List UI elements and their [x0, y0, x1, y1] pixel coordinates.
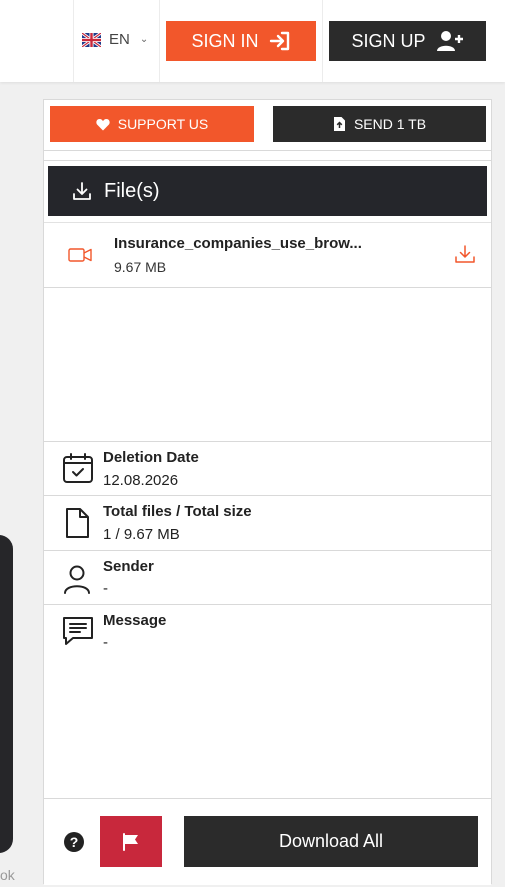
support-us-button[interactable]: SUPPORT US: [50, 106, 254, 142]
header-divider: [73, 0, 74, 82]
calendar-icon: [63, 453, 93, 483]
side-popup-fragment: [0, 535, 13, 853]
chevron-down-icon: ⌄: [139, 34, 149, 45]
sign-up-label: SIGN UP: [351, 30, 426, 51]
files-header: File(s): [48, 166, 487, 216]
header-divider: [159, 0, 160, 82]
total-files-value: 1 / 9.67 MB: [103, 526, 180, 543]
file-download-icon[interactable]: [454, 244, 476, 264]
message-row: Message -: [44, 604, 491, 684]
deletion-date-value: 12.08.2026: [103, 472, 179, 489]
message-value: -: [103, 634, 108, 651]
message-icon: [63, 617, 93, 645]
user-icon: [64, 565, 90, 594]
total-files-row: Total files / Total size 1 / 9.67 MB: [44, 495, 491, 550]
download-panel: SUPPORT US SEND 1 TB File(s) Insurance_c…: [43, 99, 492, 885]
file-icon: [66, 508, 89, 538]
sign-in-icon: [269, 31, 289, 51]
add-user-icon: [436, 31, 463, 51]
file-name: Insurance_companies_use_brow...: [114, 235, 362, 252]
uk-flag-icon: [82, 32, 101, 47]
sender-row: Sender -: [44, 550, 491, 604]
top-header: EN ⌄ SIGN IN SIGN UP: [0, 0, 505, 82]
video-icon: [68, 248, 92, 262]
sender-value: -: [103, 580, 108, 597]
total-files-label: Total files / Total size: [103, 503, 252, 520]
report-button[interactable]: [100, 816, 162, 867]
divider: [44, 160, 491, 161]
sign-in-label: SIGN IN: [191, 30, 259, 51]
deletion-date-label: Deletion Date: [103, 449, 199, 466]
file-row[interactable]: Insurance_companies_use_brow... 9.67 MB: [44, 222, 491, 288]
sender-label: Sender: [103, 558, 154, 575]
sign-in-button[interactable]: SIGN IN: [166, 21, 316, 61]
download-icon: [73, 182, 91, 200]
file-upload-icon: [333, 117, 345, 131]
files-title: File(s): [104, 179, 160, 202]
header-divider: [322, 0, 323, 82]
heart-icon: [96, 118, 110, 130]
flag-icon: [123, 832, 138, 851]
language-selector[interactable]: EN ⌄: [82, 31, 148, 48]
file-size: 9.67 MB: [114, 259, 167, 275]
divider: [44, 150, 491, 151]
download-all-button[interactable]: Download All: [184, 816, 478, 867]
language-label: EN: [109, 31, 130, 48]
help-icon[interactable]: ?: [64, 832, 84, 852]
panel-footer: ? Download All: [44, 798, 491, 885]
side-fragment-text: ok: [0, 867, 15, 883]
sign-up-button[interactable]: SIGN UP: [329, 21, 486, 61]
deletion-date-row: Deletion Date 12.08.2026: [44, 441, 491, 495]
send-1tb-label: SEND 1 TB: [353, 116, 427, 132]
send-1tb-button[interactable]: SEND 1 TB: [273, 106, 486, 142]
message-label: Message: [103, 612, 167, 629]
support-us-label: SUPPORT US: [117, 116, 209, 132]
